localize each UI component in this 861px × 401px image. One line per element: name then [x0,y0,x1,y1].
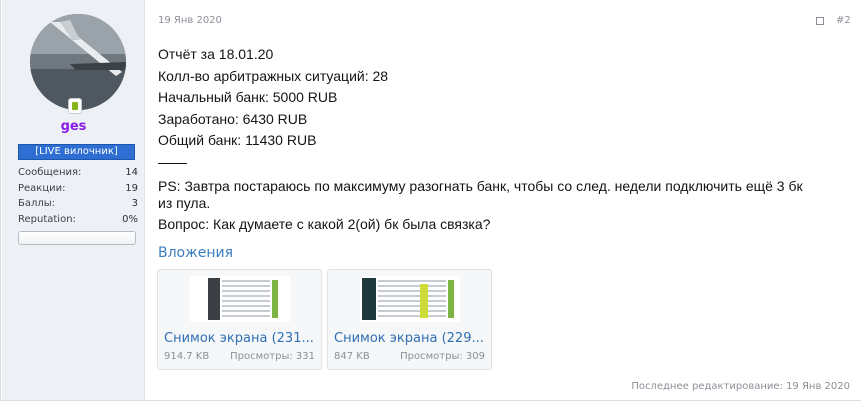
stat-value: 0% [122,213,138,225]
bookmark-icon[interactable] [816,17,824,25]
report-line: Отчёт за 18.01.20 [158,46,274,62]
stat-points: Баллы: 3 [18,196,138,212]
separator [158,162,187,164]
stat-value: 14 [125,167,138,178]
stat-value: 19 [125,182,138,194]
stat-messages: Сообщения: 14 [18,165,138,181]
stat-label: Сообщения: [18,167,82,178]
stat-label: Реакции: [18,182,66,194]
last-edited-note: Последнее редактирование: 19 Янв 2020 [631,381,850,392]
attachment-card[interactable]: Снимок экрана (229... 847 KB Просмотры: … [327,269,492,370]
attachment-card[interactable]: Снимок экрана (231... 914.7 KB Просмотры… [157,269,322,370]
post-date[interactable]: 19 Янв 2020 [158,15,222,26]
stat-label: Баллы: [18,198,56,209]
online-status-icon [68,98,82,114]
stat-reputation: Reputation: 0% [18,212,138,228]
post-content: 19 Янв 2020 #2 Отчёт за 18.01.20 Колл-во… [146,0,861,400]
username[interactable]: ges [2,119,145,134]
avatar[interactable] [30,14,126,110]
ps-text: PS: Завтра постараюсь по максимуму разог… [158,177,803,194]
separator-line [158,152,858,174]
user-stats: Сообщения: 14 Реакции: 19 Баллы: 3 Reput… [18,165,138,227]
report-line: Колл-во арбитражных ситуаций: 28 [158,67,389,84]
ps-text-continued: из пула. [158,194,211,211]
post-body: Отчёт за 18.01.20 Колл-во арбитражных си… [158,44,858,236]
user-title-badge: [LIVE вилочник] [18,144,135,160]
attachment-size: 914.7 KB [164,351,210,362]
stat-label: Reputation: [18,213,76,225]
attachments-title: Вложения [158,245,234,261]
attachment-size: 847 KB [334,351,370,362]
attachment-name[interactable]: Снимок экрана (229... [334,331,487,346]
report-line: Начальный банк: 5000 RUB [158,89,338,106]
attachment-thumbnail[interactable] [360,276,460,322]
attachment-name[interactable]: Снимок экрана (231... [164,331,317,346]
user-info-panel: ges [LIVE вилочник] Сообщения: 14 Реакци… [2,0,145,400]
attachment-views: Просмотры: 309 [400,351,485,362]
reputation-bar [18,231,136,245]
stat-reactions: Реакции: 19 [18,181,138,197]
forum-post: ges [LIVE вилочник] Сообщения: 14 Реакци… [0,0,861,401]
ps-block: PS: Завтра постараюсь по максимуму разог… [158,178,858,212]
report-line: Заработано: 6430 RUB [158,110,308,127]
report-line: Общий банк: 11430 RUB [158,132,317,149]
stat-value: 3 [131,198,138,209]
attachment-views: Просмотры: 331 [230,351,315,362]
attachment-thumbnail[interactable] [190,276,290,322]
question-text: Вопрос: Как думаете с какой 2(ой) бк был… [158,215,491,232]
post-number[interactable]: #2 [836,15,851,26]
